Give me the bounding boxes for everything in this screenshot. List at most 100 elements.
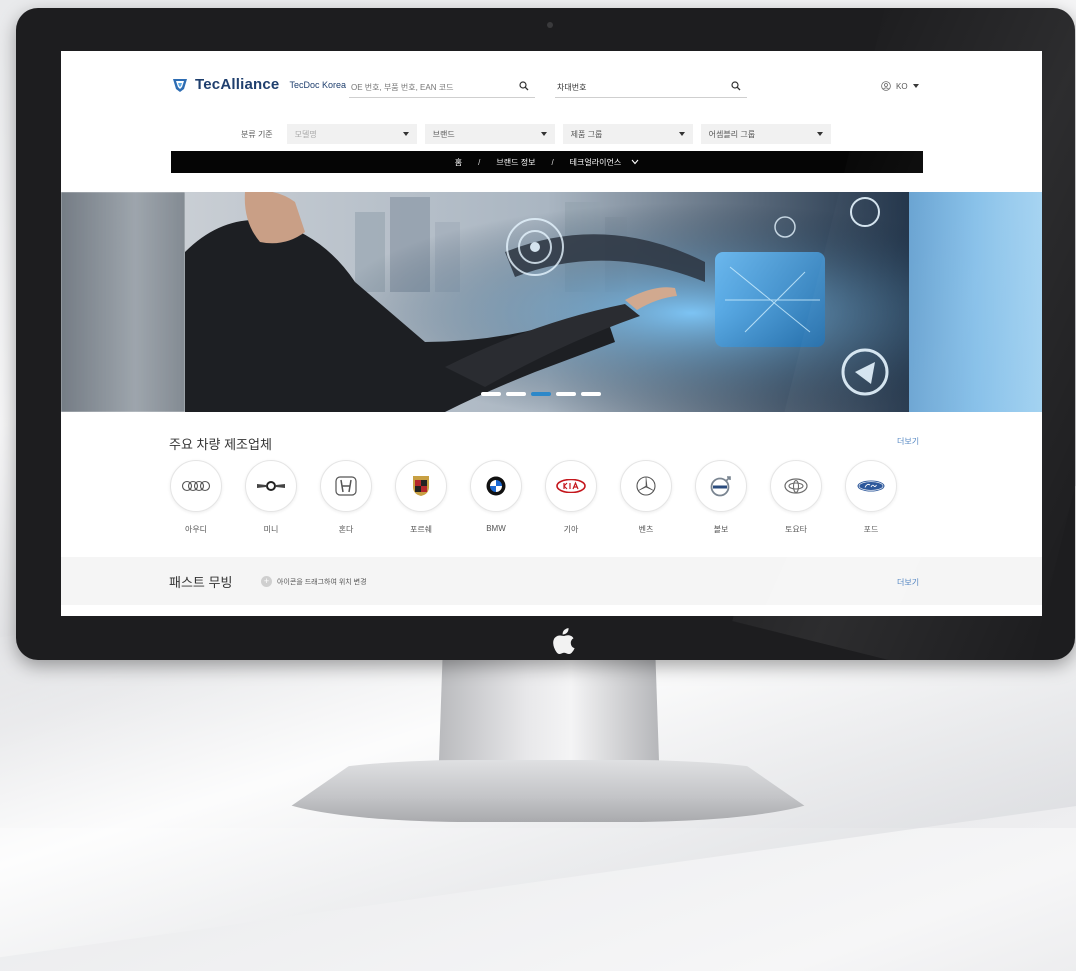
breadcrumb-separator: / <box>551 157 554 167</box>
mini-logo-icon <box>257 481 285 491</box>
brand-item-mini[interactable]: 미니 <box>244 460 298 535</box>
brand-logo-circle[interactable] <box>695 460 747 512</box>
brand-name: 아우디 <box>184 525 208 534</box>
vin-search-input[interactable] <box>555 79 717 92</box>
browser-screen: TecAlliance TecDoc Korea OE 번호, 부품 번호, E… <box>61 51 1042 616</box>
manufacturers-section: 주요 차량 제조업체 더보기 아우디 미니 혼다 포르쉐 BMW 기아 벤츠 볼… <box>61 412 1042 557</box>
hero-next-slide-preview <box>909 192 1042 412</box>
assembly-group-dropdown[interactable]: 어셈블리 그룹 <box>700 124 831 144</box>
top-bar: TecAlliance TecDoc Korea OE 번호, 부품 번호, E… <box>61 51 1042 101</box>
brand-logo-circle[interactable] <box>845 460 897 512</box>
fast-moving-section: 패스트 무빙 + 아이콘을 드래그하여 위치 변경 더보기 <box>61 557 1042 605</box>
monitor-bezel: TecAlliance TecDoc Korea OE 번호, 부품 번호, E… <box>16 8 1075 660</box>
brand-item-audi[interactable]: 아우디 <box>169 460 223 535</box>
more-link[interactable]: 더보기 <box>897 577 919 588</box>
brand-name: 혼다 <box>338 525 354 534</box>
camera-dot <box>547 22 553 28</box>
carousel-dot[interactable] <box>506 392 526 396</box>
porsche-logo-icon <box>413 476 429 496</box>
bmw-logo-icon <box>486 476 506 496</box>
breadcrumb-brand-info[interactable]: 브랜드 정보 <box>496 157 535 168</box>
chevron-down-icon <box>816 132 823 136</box>
brand-item-bmw[interactable]: BMW <box>469 460 523 535</box>
logo-subtitle: TecDoc Korea <box>289 79 346 90</box>
brand-dropdown[interactable]: 브랜드 <box>424 124 555 144</box>
brand-item-mercedes[interactable]: 벤츠 <box>619 460 673 535</box>
brand-item-toyota[interactable]: 토요타 <box>769 460 823 535</box>
brand-logo-circle[interactable] <box>470 460 522 512</box>
hero-prev-slide-preview <box>61 192 185 412</box>
carousel-dot[interactable] <box>581 392 601 396</box>
dropdown-value: 브랜드 <box>432 129 455 139</box>
brand-name: 미니 <box>263 525 279 534</box>
kia-logo-icon <box>556 479 586 493</box>
more-link[interactable]: 더보기 <box>897 436 919 447</box>
brand-logo-circle[interactable] <box>245 460 297 512</box>
apple-logo-icon <box>553 628 575 654</box>
brand-name: 포드 <box>863 525 879 534</box>
carousel-dot[interactable] <box>556 392 576 396</box>
chevron-down-icon <box>402 132 409 136</box>
logo-text: TecAlliance <box>195 76 280 93</box>
ford-logo-icon <box>857 480 885 492</box>
breadcrumb-home[interactable]: 홈 <box>455 157 462 168</box>
model-dropdown[interactable]: 모델명 <box>286 124 417 144</box>
carousel-indicators <box>481 392 601 396</box>
breadcrumb-current[interactable]: 테크얼라이언스 <box>570 157 622 168</box>
move-handle-icon[interactable]: + <box>261 576 272 587</box>
mercedes-logo-icon <box>636 476 656 496</box>
brand-name: 포르쉐 <box>409 525 433 534</box>
product-group-dropdown[interactable]: 제품 그룹 <box>562 124 693 144</box>
brand-name: 토요타 <box>784 525 808 534</box>
brand-item-volvo[interactable]: 볼보 <box>694 460 748 535</box>
shield-logo-icon <box>173 78 187 92</box>
drag-hint-text: 아이콘을 드래그하여 위치 변경 <box>277 578 367 586</box>
brand-logo-circle[interactable] <box>320 460 372 512</box>
brand-logo-circle[interactable] <box>620 460 672 512</box>
brand-name: 볼보 <box>713 525 729 534</box>
search-icon[interactable] <box>731 81 741 91</box>
brand-name: 벤츠 <box>638 525 654 534</box>
brand-item-porsche[interactable]: 포르쉐 <box>394 460 448 535</box>
drag-hint: + 아이콘을 드래그하여 위치 변경 <box>261 576 367 587</box>
honda-logo-icon <box>335 476 357 496</box>
chevron-down-icon[interactable] <box>631 159 639 165</box>
dropdown-value: 어셈블리 그룹 <box>708 129 756 139</box>
language-label[interactable]: KO <box>896 82 908 91</box>
vin-search-field[interactable] <box>555 77 747 98</box>
brand-list: 아우디 미니 혼다 포르쉐 BMW 기아 벤츠 볼보 토요타 포드 <box>169 460 898 535</box>
user-icon[interactable] <box>881 81 891 91</box>
brand-item-kia[interactable]: 기아 <box>544 460 598 535</box>
user-language-menu[interactable]: KO <box>881 81 919 91</box>
part-search-field[interactable] <box>349 77 535 98</box>
hero-banner-image <box>185 192 909 412</box>
filter-bar: 분류 기준 모델명 브랜드 제품 그룹 어셈블리 그룹 <box>241 123 831 145</box>
carousel-dot[interactable] <box>481 392 501 396</box>
breadcrumb: 홈 / 브랜드 정보 / 테크얼라이언스 <box>171 151 923 173</box>
brand-name: BMW <box>486 524 506 533</box>
tecalliance-logo[interactable]: TecAlliance TecDoc Korea <box>171 76 346 93</box>
brand-logo-circle[interactable] <box>545 460 597 512</box>
brand-logo-circle[interactable] <box>395 460 447 512</box>
dropdown-value: 제품 그룹 <box>570 129 603 139</box>
section-title: 주요 차량 제조업체 <box>169 437 272 452</box>
audi-logo-icon <box>181 480 211 492</box>
brand-logo-circle[interactable] <box>770 460 822 512</box>
part-search-input[interactable] <box>349 79 511 92</box>
chevron-down-icon[interactable] <box>912 84 919 88</box>
chevron-down-icon <box>540 132 547 136</box>
brand-item-ford[interactable]: 포드 <box>844 460 898 535</box>
hero-carousel[interactable] <box>61 192 1042 412</box>
filter-label: 분류 기준 <box>241 129 273 139</box>
toyota-logo-icon <box>784 478 808 494</box>
breadcrumb-separator: / <box>478 157 481 167</box>
section-title: 패스트 무빙 <box>169 575 233 590</box>
volvo-logo-icon <box>710 476 731 497</box>
carousel-dot[interactable] <box>531 392 551 396</box>
brand-name: 기아 <box>563 525 579 534</box>
dropdown-value: 모델명 <box>294 129 317 139</box>
search-icon[interactable] <box>519 81 529 91</box>
brand-item-honda[interactable]: 혼다 <box>319 460 373 535</box>
chevron-down-icon <box>678 132 685 136</box>
brand-logo-circle[interactable] <box>170 460 222 512</box>
